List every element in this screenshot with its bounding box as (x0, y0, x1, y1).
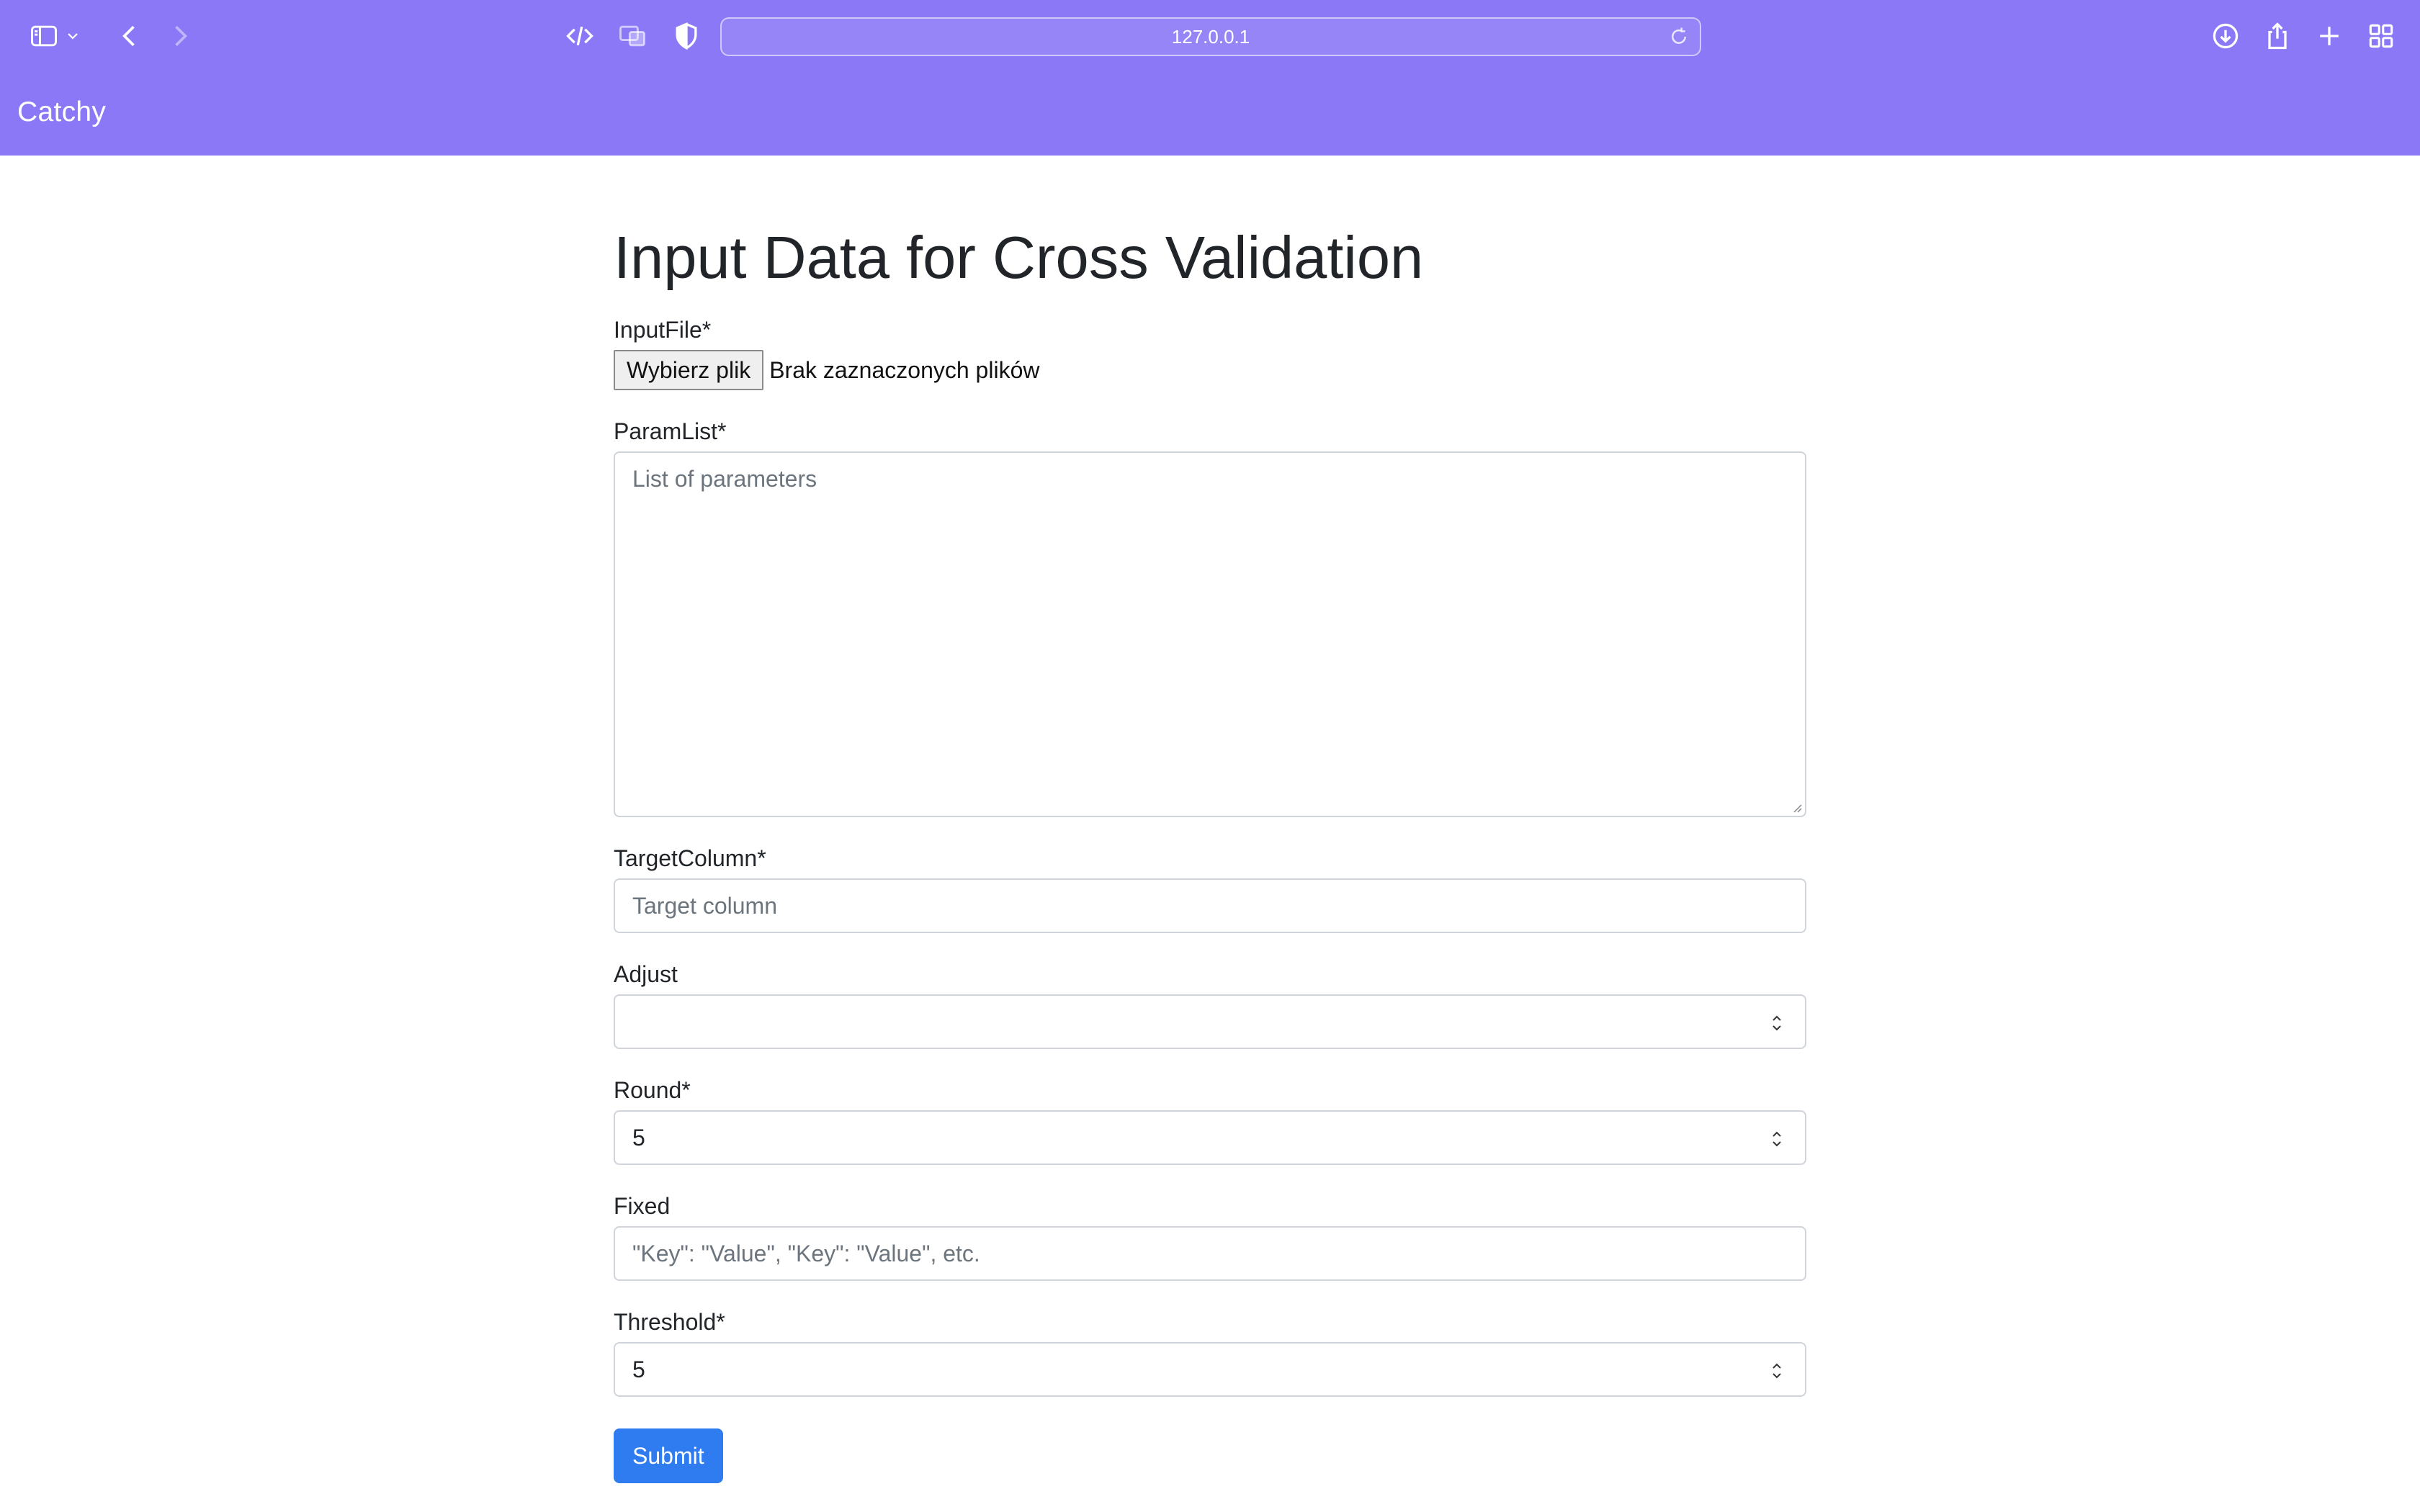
fixed-input[interactable]: "Key": "Value", "Key": "Value", etc. (614, 1226, 1806, 1281)
app-header: 127.0.0.1 Catchy (0, 0, 2420, 156)
privacy-shield-icon[interactable] (668, 18, 704, 54)
adjust-number-input[interactable] (614, 994, 1806, 1049)
forward-icon[interactable] (162, 18, 198, 54)
param-list-placeholder: List of parameters (632, 466, 817, 492)
adjust-group: Adjust (614, 958, 1806, 1049)
form-container: Input Data for Cross Validation InputFil… (614, 216, 1806, 1483)
downloads-icon[interactable] (2208, 18, 2244, 54)
target-column-input[interactable]: Target column (614, 878, 1806, 933)
input-file-label: InputFile* (614, 317, 712, 343)
round-number-input[interactable]: 5 (614, 1110, 1806, 1165)
page-title: Input Data for Cross Validation (614, 224, 1424, 291)
fixed-group: Fixed "Key": "Value", "Key": "Value", et… (614, 1190, 1806, 1281)
navbar-brand[interactable]: Catchy (17, 96, 106, 128)
chevron-down-icon[interactable] (62, 18, 84, 54)
responsive-design-icon[interactable] (614, 18, 650, 54)
submit-button[interactable]: Submit (614, 1428, 723, 1483)
param-list-label: ParamList* (614, 418, 727, 444)
adjust-label: Adjust (614, 961, 678, 987)
url-text: 127.0.0.1 (1171, 26, 1250, 48)
file-input[interactable]: Wybierz plik Brak zaznaczonych plików (614, 350, 1806, 390)
back-icon[interactable] (112, 18, 148, 54)
file-status-text: Brak zaznaczonych plików (769, 356, 1040, 383)
tab-overview-icon[interactable] (2363, 18, 2399, 54)
new-tab-icon[interactable] (2311, 18, 2347, 54)
sidebar-toggle-icon[interactable] (26, 18, 62, 54)
fixed-label: Fixed (614, 1193, 671, 1219)
fixed-placeholder: "Key": "Value", "Key": "Value", etc. (632, 1241, 980, 1266)
threshold-value: 5 (632, 1356, 645, 1382)
share-icon[interactable] (2259, 18, 2295, 54)
address-bar[interactable]: 127.0.0.1 (720, 17, 1701, 56)
threshold-group: Threshold* 5 (614, 1306, 1806, 1397)
round-label: Round* (614, 1077, 691, 1103)
spinner-arrows-icon[interactable] (1769, 1358, 1785, 1384)
choose-file-button[interactable]: Wybierz plik (614, 350, 764, 390)
param-list-textarea[interactable]: List of parameters (614, 451, 1806, 817)
round-group: Round* 5 (614, 1074, 1806, 1165)
spinner-arrows-icon[interactable] (1769, 1010, 1785, 1036)
param-list-group: ParamList* List of parameters (614, 415, 1806, 817)
reload-icon[interactable] (1668, 26, 1690, 48)
target-column-placeholder: Target column (632, 893, 777, 919)
input-file-group: InputFile* Wybierz plik Brak zaznaczonyc… (614, 314, 1806, 390)
resize-grip-icon[interactable] (1791, 801, 1802, 813)
target-column-group: TargetColumn* Target column (614, 842, 1806, 933)
round-value: 5 (632, 1125, 645, 1151)
code-icon[interactable] (562, 18, 598, 54)
threshold-number-input[interactable]: 5 (614, 1342, 1806, 1397)
spinner-arrows-icon[interactable] (1769, 1126, 1785, 1152)
threshold-label: Threshold* (614, 1309, 725, 1335)
target-column-label: TargetColumn* (614, 845, 766, 871)
